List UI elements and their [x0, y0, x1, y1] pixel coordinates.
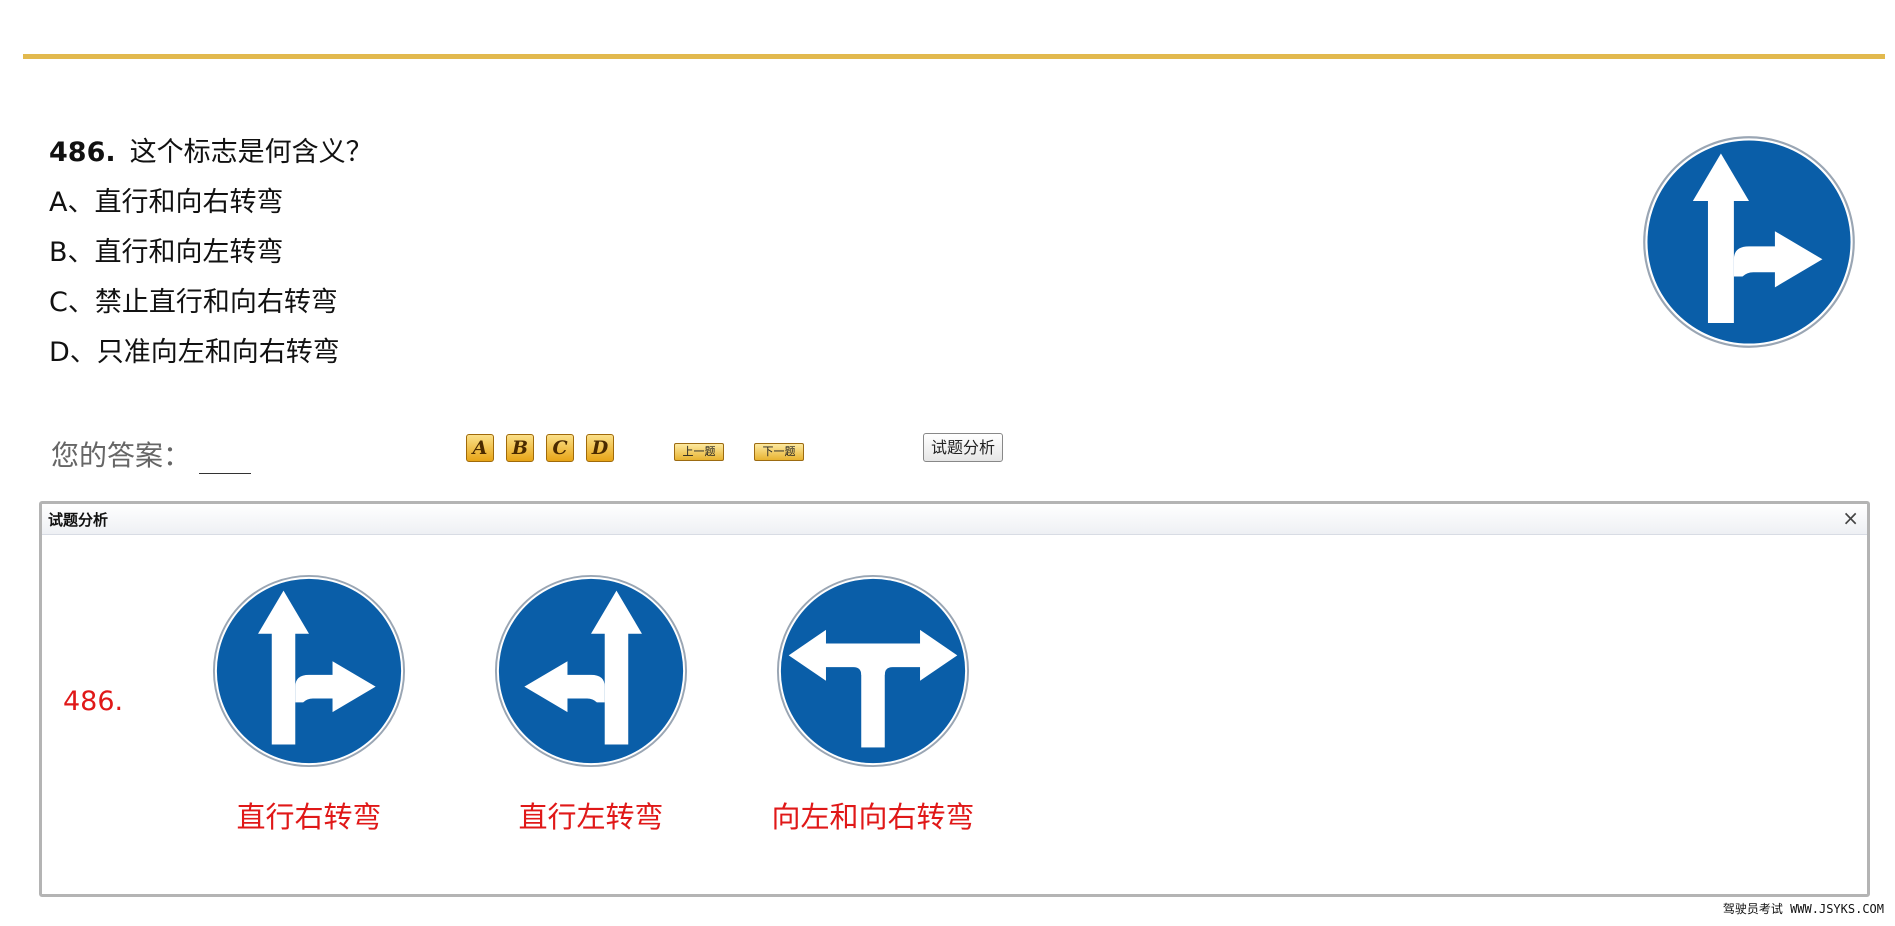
analysis-button[interactable]: 试题分析 [923, 433, 1003, 462]
answer-blank [199, 447, 252, 474]
option-c: C、禁止直行和向右转弯 [49, 287, 338, 318]
prev-question-button[interactable]: 上一题 [674, 443, 724, 461]
left-right-sign-icon [776, 574, 970, 768]
panel-header: 试题分析 × [42, 504, 1867, 535]
analysis-panel: 试题分析 × 486. 直行右转弯 直行左转弯 向左和向右转弯 [39, 501, 1870, 897]
sign-caption-1: 直行右转弯 [236, 800, 382, 834]
your-answer-label: 您的答案： [51, 439, 192, 472]
panel-title: 试题分析 [48, 511, 109, 529]
question-block: 486. 这个标志是何含义？ A、直行和向右转弯 B、直行和向左转弯 C、禁止直行… [49, 128, 373, 378]
choice-b-button[interactable]: B [506, 434, 534, 462]
top-divider [23, 54, 1885, 59]
option-d: D、只准向左和向右转弯 [49, 337, 340, 368]
straight-left-sign-icon [494, 574, 688, 768]
sign-caption-3: 向左和向右转弯 [771, 800, 975, 834]
question-text: 这个标志是何含义？ [129, 137, 373, 168]
choice-a-button[interactable]: A [466, 434, 494, 462]
question-title: 486. 这个标志是何含义？ [49, 128, 373, 178]
straight-right-sign-icon [1643, 136, 1855, 348]
page: 486. 这个标志是何含义？ A、直行和向右转弯 B、直行和向左转弯 C、禁止直行… [0, 0, 1895, 926]
panel-question-number: 486. [63, 686, 124, 717]
choice-c-button[interactable]: C [546, 434, 574, 462]
next-question-button[interactable]: 下一题 [754, 443, 804, 461]
footer-watermark: 驾驶员考试 WWW.JSYKS.COM [1722, 902, 1884, 916]
option-b: B、直行和向左转弯 [49, 237, 284, 268]
your-answer: 您的答案： [51, 434, 252, 474]
sign-caption-2: 直行左转弯 [518, 800, 664, 834]
choice-d-button[interactable]: D [586, 434, 614, 462]
close-icon[interactable]: × [1842, 506, 1859, 530]
question-number: 486. [49, 137, 116, 168]
option-a: A、直行和向右转弯 [49, 187, 284, 218]
straight-right-sign-icon [212, 574, 406, 768]
